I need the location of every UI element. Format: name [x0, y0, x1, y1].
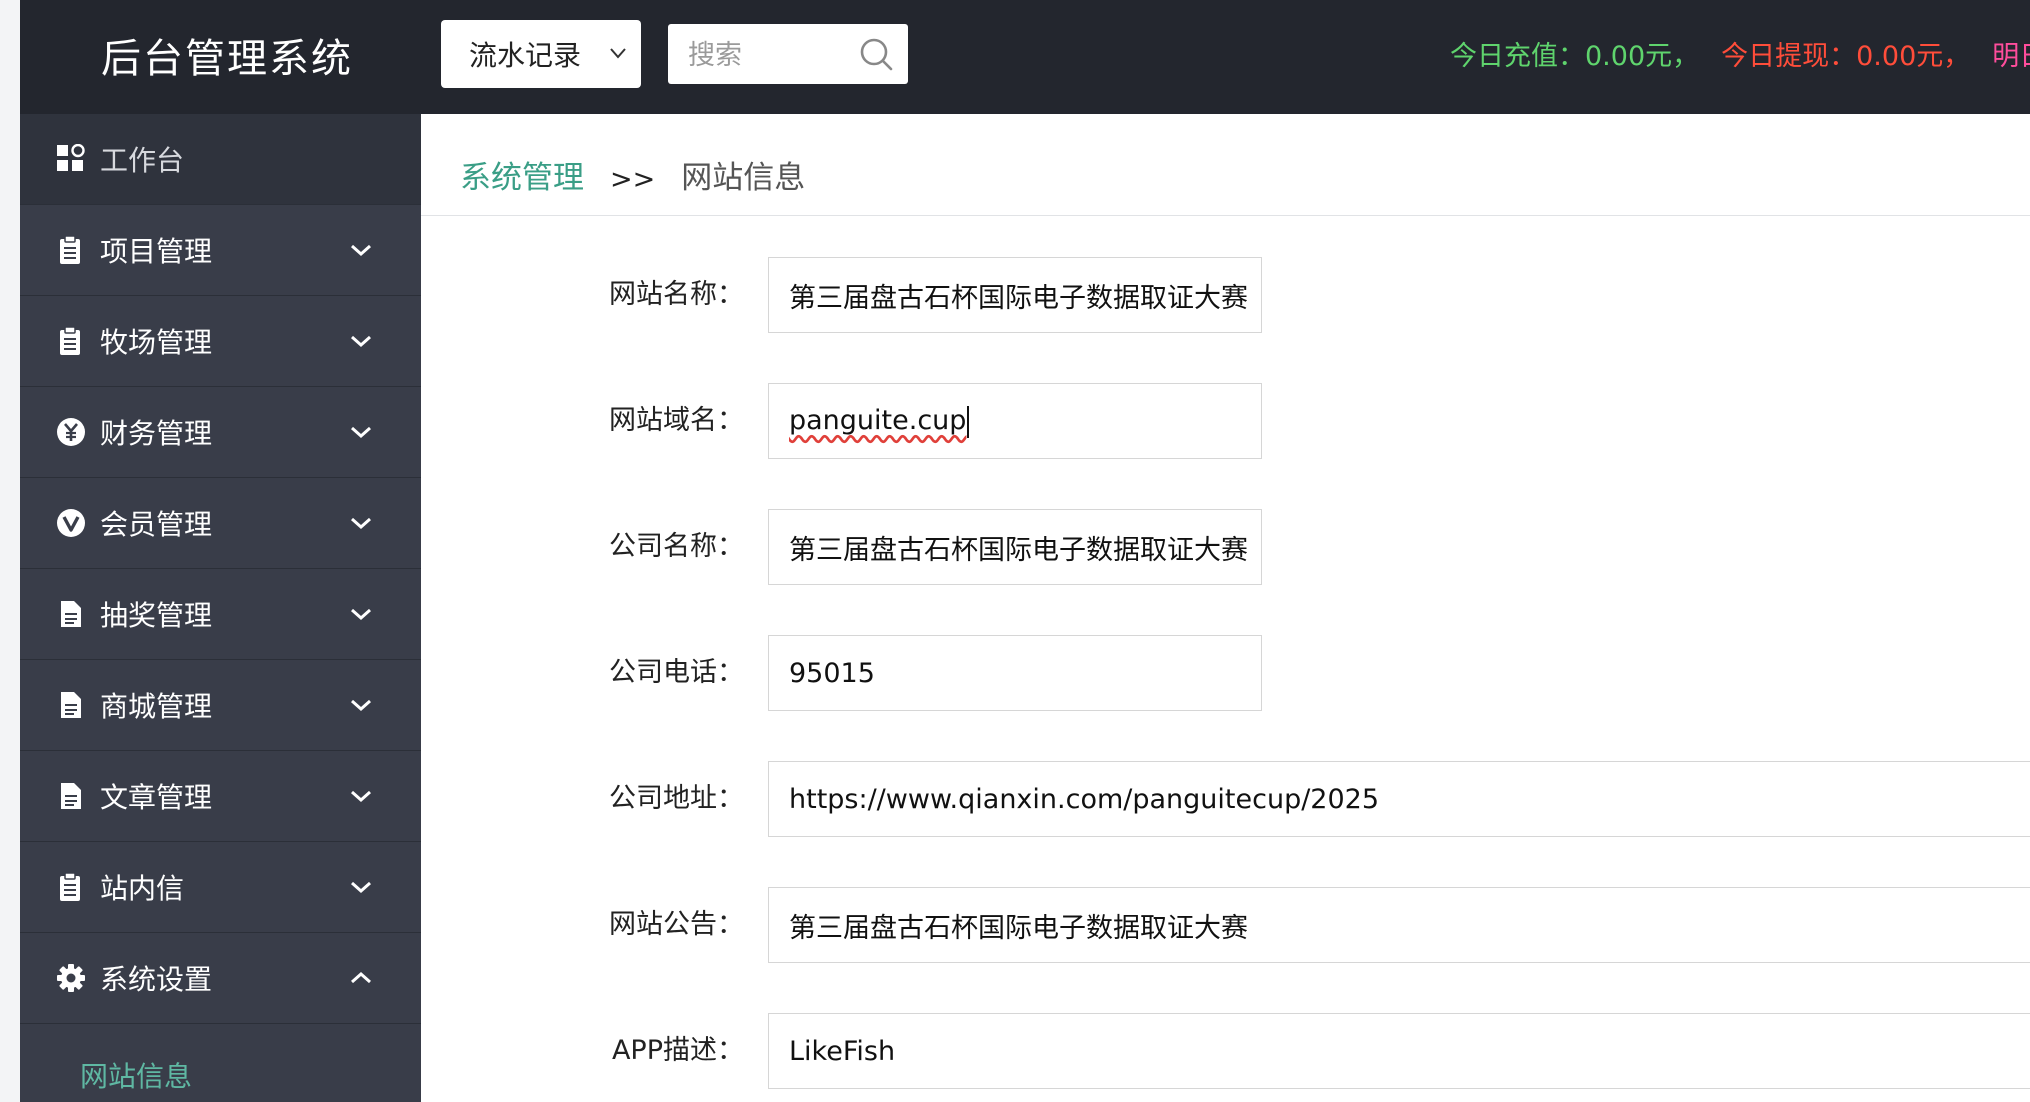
vip-icon — [57, 509, 85, 537]
sidebar-item-label: 站内信 — [100, 872, 185, 905]
search-box — [668, 24, 908, 86]
sidebar-item-label: 牧场管理 — [100, 326, 213, 359]
notice-label: 网站公告： — [609, 909, 744, 940]
document-icon — [61, 783, 81, 809]
sidebar-subitem-site-info[interactable]: 网站信息 — [80, 1055, 192, 1095]
sidebar-item-dashboard[interactable]: 工作台 — [20, 114, 421, 205]
app-desc-input[interactable] — [768, 1013, 2030, 1089]
address-input[interactable] — [768, 761, 2030, 837]
chevron-down-icon — [351, 608, 371, 621]
clipboard-icon — [60, 326, 80, 355]
stat-tomorrow: 明日到 — [1992, 41, 2030, 72]
company-name-label: 公司名称： — [609, 531, 744, 562]
sidebar-item-label: 项目管理 — [100, 235, 213, 268]
clipboard-icon — [60, 235, 80, 264]
sidebar-item-articles[interactable]: 文章管理 — [20, 751, 421, 842]
domain-label: 网站域名： — [609, 405, 744, 436]
sidebar-item-label: 商城管理 — [100, 690, 213, 723]
breadcrumb-divider — [421, 215, 2030, 216]
sidebar-item-finance[interactable]: 财务管理 — [20, 387, 421, 478]
company-name-input[interactable] — [768, 509, 1262, 585]
breadcrumb: 系统管理 >> 网站信息 — [460, 152, 805, 197]
chevron-down-icon — [610, 48, 626, 59]
phone-input[interactable] — [768, 635, 1262, 711]
sidebar-item-label: 会员管理 — [100, 508, 213, 541]
top-bar: 后台管理系统 流水记录 今日充值：0.00元， 今日提现：0.00元， 明日到 — [20, 0, 2030, 114]
yen-icon — [57, 418, 85, 446]
dashboard-icon — [57, 144, 85, 171]
chevron-down-icon — [351, 335, 371, 348]
notice-input[interactable] — [768, 887, 2030, 963]
chevron-up-icon — [351, 971, 371, 984]
chevron-down-icon — [351, 426, 371, 439]
chevron-down-icon — [351, 790, 371, 803]
sidebar-item-label: 抽奖管理 — [100, 599, 213, 632]
gear-icon — [57, 964, 85, 992]
stat-recharge: 今日充值：0.00元， — [1450, 41, 1700, 72]
app-desc-label: APP描述： — [611, 1035, 744, 1066]
record-type-select[interactable]: 流水记录 — [441, 20, 641, 88]
breadcrumb-separator: >> — [610, 164, 656, 195]
sidebar-item-ranch[interactable]: 牧场管理 — [20, 296, 421, 387]
sidebar-item-lottery[interactable]: 抽奖管理 — [20, 569, 421, 660]
sidebar-item-mall[interactable]: 商城管理 — [20, 660, 421, 751]
daily-stats: 今日充值：0.00元， 今日提现：0.00元， 明日到 — [1450, 34, 2030, 73]
domain-value: panguite.cup — [789, 405, 967, 436]
sidebar-item-label: 财务管理 — [100, 417, 213, 450]
domain-input[interactable]: panguite.cup — [768, 383, 1262, 459]
chevron-down-icon — [351, 699, 371, 712]
clipboard-icon — [60, 872, 80, 901]
select-value: 流水记录 — [469, 39, 582, 72]
search-input[interactable] — [668, 24, 870, 86]
sidebar: 工作台 项目管理 牧场管理 财务管理 会员管理 抽奖管理 商城管理 文章管理 站… — [20, 114, 421, 1102]
window-edge — [0, 0, 20, 1102]
chevron-down-icon — [351, 881, 371, 894]
document-icon — [61, 692, 81, 718]
site-name-label: 网站名称： — [609, 279, 744, 310]
stat-withdraw: 今日提现：0.00元， — [1721, 41, 1971, 72]
chevron-down-icon — [351, 244, 371, 257]
sidebar-item-label: 工作台 — [100, 144, 185, 177]
site-name-input[interactable] — [768, 257, 1262, 333]
breadcrumb-parent[interactable]: 系统管理 — [460, 160, 584, 196]
sidebar-item-system-settings[interactable]: 系统设置 — [20, 933, 421, 1024]
chevron-down-icon — [351, 517, 371, 530]
sidebar-item-label: 系统设置 — [100, 963, 213, 996]
sidebar-item-messages[interactable]: 站内信 — [20, 842, 421, 933]
breadcrumb-current: 网站信息 — [681, 160, 806, 196]
phone-label: 公司电话： — [609, 657, 744, 688]
sidebar-item-projects[interactable]: 项目管理 — [20, 205, 421, 296]
app-title: 后台管理系统 — [101, 36, 353, 82]
search-icon[interactable] — [858, 36, 894, 72]
sidebar-item-members[interactable]: 会员管理 — [20, 478, 421, 569]
text-cursor — [967, 405, 970, 438]
address-label: 公司地址： — [609, 783, 744, 814]
document-icon — [61, 601, 81, 627]
sidebar-item-label: 文章管理 — [100, 781, 213, 814]
